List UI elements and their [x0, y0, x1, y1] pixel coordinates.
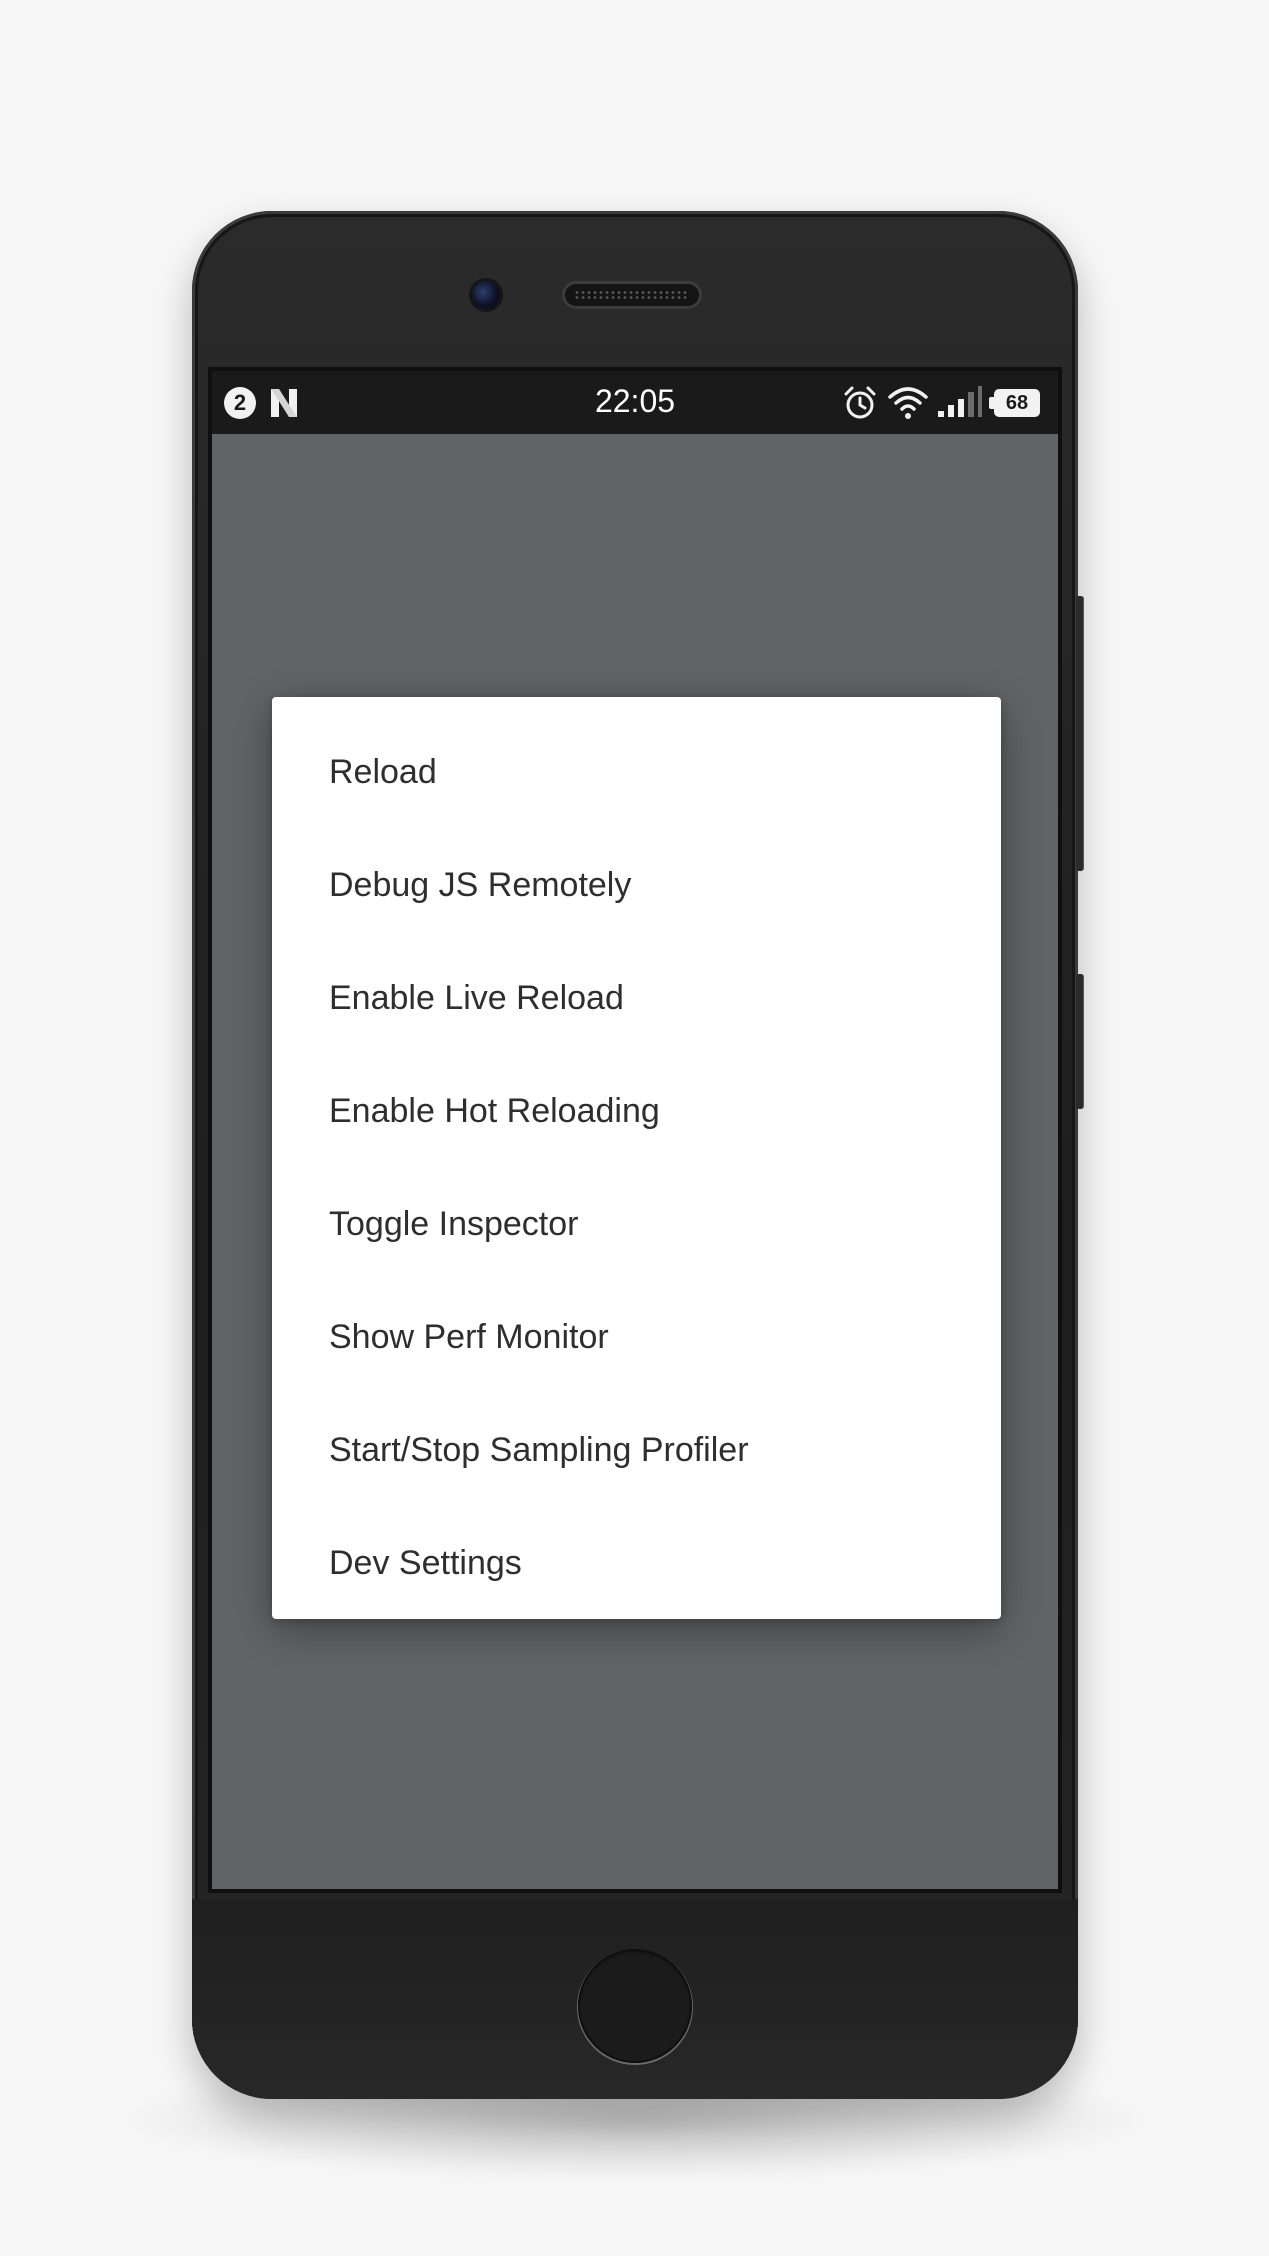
power-button[interactable]: [1076, 974, 1084, 1109]
status-clock: 22:05: [594, 383, 676, 419]
battery-icon: 68: [989, 389, 1040, 417]
menu-item-sampling-profiler[interactable]: Start/Stop Sampling Profiler: [272, 1394, 1001, 1507]
earpiece-speaker: [562, 281, 702, 309]
status-bar: 2 22:05 68: [212, 371, 1058, 434]
menu-item-dev-settings[interactable]: Dev Settings: [272, 1507, 1001, 1620]
home-button[interactable]: [578, 1949, 692, 2063]
menu-item-enable-live-reload[interactable]: Enable Live Reload: [272, 942, 1001, 1055]
front-camera: [472, 281, 500, 309]
menu-item-reload[interactable]: Reload: [272, 716, 1001, 829]
wifi-icon: [888, 387, 928, 419]
menu-item-toggle-inspector[interactable]: Toggle Inspector: [272, 1168, 1001, 1281]
volume-button[interactable]: [1076, 596, 1084, 871]
screen: 2 22:05 68 Reload Debug JS Remotely Enab…: [212, 371, 1058, 1889]
menu-item-show-perf-monitor[interactable]: Show Perf Monitor: [272, 1281, 1001, 1394]
phone-frame: 2 22:05 68 Reload Debug JS Remotely Enab…: [192, 211, 1084, 2099]
alarm-clock-icon: [844, 386, 876, 419]
cell-signal-icon: [938, 386, 982, 417]
menu-item-debug-js-remotely[interactable]: Debug JS Remotely: [272, 829, 1001, 942]
menu-item-enable-hot-reloading[interactable]: Enable Hot Reloading: [272, 1055, 1001, 1168]
dev-menu-dialog: Reload Debug JS Remotely Enable Live Rel…: [272, 697, 1001, 1619]
